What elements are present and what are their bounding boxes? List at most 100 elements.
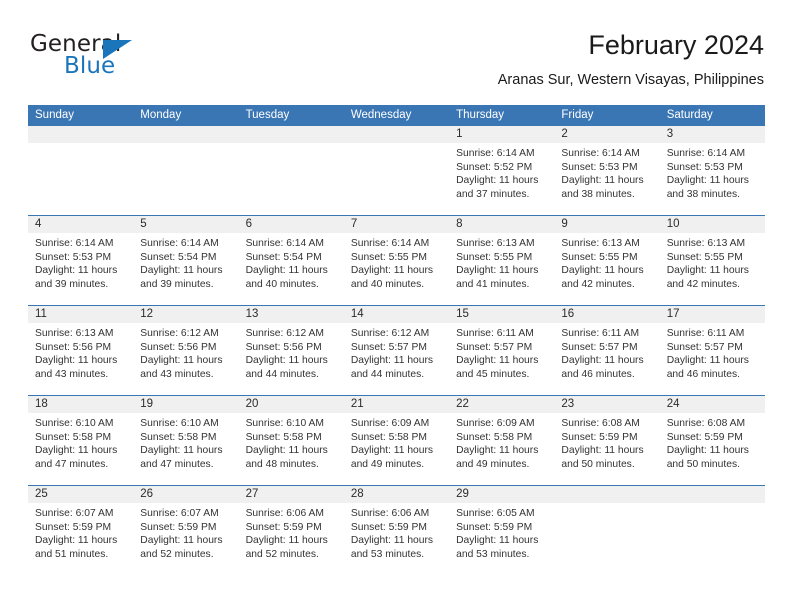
day-details: Sunrise: 6:12 AM Sunset: 5:57 PM Daylight:… xyxy=(344,323,449,381)
daylight-text: and 43 minutes. xyxy=(35,368,109,380)
day-cell-26[interactable]: 26 Sunrise: 6:07 AM Sunset: 5:59 PM Dayligh… xyxy=(133,486,239,576)
sunrise-text: Sunrise: 6:13 AM xyxy=(666,238,746,249)
daylight-text: and 39 minutes. xyxy=(140,278,214,290)
day-cell-25[interactable]: 25 Sunrise: 6:07 AM Sunset: 5:59 PM Dayligh… xyxy=(28,486,134,576)
sunset-text: Sunset: 5:57 PM xyxy=(561,341,638,353)
day-cell-17[interactable]: 17 Sunrise: 6:11 AM Sunset: 5:57 PM Dayligh… xyxy=(659,306,765,395)
sunrise-text: Sunrise: 6:14 AM xyxy=(245,238,324,249)
day-number: 28 xyxy=(350,488,364,500)
day-cell-22[interactable]: 22 Sunrise: 6:09 AM Sunset: 5:58 PM Dayligh… xyxy=(449,396,555,485)
day-cell-19[interactable]: 19 Sunrise: 6:10 AM Sunset: 5:58 PM Dayligh… xyxy=(133,396,239,485)
daylight-text: and 53 minutes. xyxy=(456,548,530,560)
day-cell-23[interactable]: 23 Sunrise: 6:08 AM Sunset: 5:59 PM Dayligh… xyxy=(554,396,660,485)
day-cell-6[interactable]: 6 Sunrise: 6:14 AM Sunset: 5:54 PM Daylight… xyxy=(238,216,344,305)
day-cell-7[interactable]: 7 Sunrise: 6:14 AM Sunset: 5:55 PM Daylight… xyxy=(343,216,450,305)
sunrise-text: Sunrise: 6:07 AM xyxy=(35,508,114,519)
day-details: Sunrise: 6:10 AM Sunset: 5:58 PM Daylight:… xyxy=(239,413,344,471)
day-cell-28[interactable]: 28 Sunrise: 6:06 AM Sunset: 5:59 PM Dayligh… xyxy=(343,486,450,576)
day-number-band: 21 xyxy=(343,396,450,413)
day-details xyxy=(28,143,133,147)
day-number-band: 2 xyxy=(554,126,660,143)
sunrise-text: Sunrise: 6:14 AM xyxy=(350,238,430,249)
day-cell-29[interactable]: 29 Sunrise: 6:05 AM Sunset: 5:59 PM Dayligh… xyxy=(449,486,555,576)
sunset-text: Sunset: 5:58 PM xyxy=(35,431,112,443)
day-cell-16[interactable]: 16 Sunrise: 6:11 AM Sunset: 5:57 PM Dayligh… xyxy=(554,306,660,395)
daylight-text: and 48 minutes. xyxy=(245,458,319,470)
day-cell-3[interactable]: 3 Sunrise: 6:14 AM Sunset: 5:53 PM Daylight… xyxy=(659,126,765,215)
day-details: Sunrise: 6:13 AM Sunset: 5:55 PM Daylight:… xyxy=(554,233,659,291)
calendar-weeks: 1 Sunrise: 6:14 AM Sunset: 5:52 PM Daylight… xyxy=(28,126,765,576)
day-cell-14[interactable]: 14 Sunrise: 6:12 AM Sunset: 5:57 PM Dayligh… xyxy=(343,306,450,395)
day-number: 5 xyxy=(140,218,147,230)
sunrise-text: Sunrise: 6:10 AM xyxy=(140,418,219,429)
sunrise-text: Sunrise: 6:08 AM xyxy=(666,418,746,429)
day-cell-2[interactable]: 2 Sunrise: 6:14 AM Sunset: 5:53 PM Daylight… xyxy=(554,126,660,215)
day-details: Sunrise: 6:10 AM Sunset: 5:58 PM Daylight:… xyxy=(133,413,238,471)
title-block: February 2024 Aranas Sur, Western Visaya… xyxy=(498,28,764,89)
day-number: 20 xyxy=(245,398,259,410)
day-details: Sunrise: 6:14 AM Sunset: 5:55 PM Daylight:… xyxy=(344,233,449,291)
day-details xyxy=(554,503,659,507)
day-cell-10[interactable]: 10 Sunrise: 6:13 AM Sunset: 5:55 PM Dayligh… xyxy=(659,216,765,305)
day-details: Sunrise: 6:14 AM Sunset: 5:54 PM Daylight:… xyxy=(239,233,344,291)
daylight-text: and 49 minutes. xyxy=(456,458,530,470)
day-details: Sunrise: 6:13 AM Sunset: 5:56 PM Daylight:… xyxy=(28,323,133,381)
sunset-text: Sunset: 5:59 PM xyxy=(456,521,533,533)
sunset-text: Sunset: 5:54 PM xyxy=(245,251,322,263)
sunrise-text: Sunrise: 6:13 AM xyxy=(456,238,535,249)
day-number-band: 29 xyxy=(449,486,555,503)
day-details: Sunrise: 6:06 AM Sunset: 5:59 PM Daylight:… xyxy=(239,503,344,561)
sunrise-text: Sunrise: 6:05 AM xyxy=(456,508,535,519)
daylight-text: Daylight: 11 hours xyxy=(350,265,434,277)
day-cell-24[interactable]: 24 Sunrise: 6:08 AM Sunset: 5:59 PM Dayligh… xyxy=(659,396,765,485)
calendar-week-row: 18 Sunrise: 6:10 AM Sunset: 5:58 PM Dayligh… xyxy=(28,396,765,486)
calendar-week-row: 4 Sunrise: 6:14 AM Sunset: 5:53 PM Daylight… xyxy=(28,216,765,306)
day-cell-1[interactable]: 1 Sunrise: 6:14 AM Sunset: 5:52 PM Daylight… xyxy=(449,126,555,215)
day-cell-13[interactable]: 13 Sunrise: 6:12 AM Sunset: 5:56 PM Dayligh… xyxy=(238,306,344,395)
day-number: 15 xyxy=(456,308,469,320)
day-number: 29 xyxy=(456,488,469,500)
day-number-band xyxy=(554,486,660,503)
day-cell-empty xyxy=(659,486,765,576)
day-cell-15[interactable]: 15 Sunrise: 6:11 AM Sunset: 5:57 PM Dayligh… xyxy=(449,306,555,395)
day-cell-11[interactable]: 11 Sunrise: 6:13 AM Sunset: 5:56 PM Dayligh… xyxy=(28,306,134,395)
daylight-text: Daylight: 11 hours xyxy=(561,355,644,367)
logo-text-blue: Blue xyxy=(64,53,116,79)
sunset-text: Sunset: 5:56 PM xyxy=(35,341,112,353)
day-cell-21[interactable]: 21 Sunrise: 6:09 AM Sunset: 5:58 PM Dayligh… xyxy=(343,396,450,485)
day-cell-18[interactable]: 18 Sunrise: 6:10 AM Sunset: 5:58 PM Dayligh… xyxy=(28,396,134,485)
day-number-band: 5 xyxy=(133,216,239,233)
daylight-text: and 46 minutes. xyxy=(666,368,740,380)
daylight-text: and 39 minutes. xyxy=(35,278,109,290)
day-cell-4[interactable]: 4 Sunrise: 6:14 AM Sunset: 5:53 PM Daylight… xyxy=(28,216,134,305)
daylight-text: Daylight: 11 hours xyxy=(245,355,328,367)
page-subtitle: Aranas Sur, Western Visayas, Philippines xyxy=(497,72,764,88)
daylight-text: and 40 minutes. xyxy=(245,278,319,290)
day-cell-5[interactable]: 5 Sunrise: 6:14 AM Sunset: 5:54 PM Daylight… xyxy=(133,216,239,305)
day-cell-12[interactable]: 12 Sunrise: 6:12 AM Sunset: 5:56 PM Dayligh… xyxy=(133,306,239,395)
day-number-band: 10 xyxy=(659,216,765,233)
day-details: Sunrise: 6:11 AM Sunset: 5:57 PM Daylight:… xyxy=(449,323,554,381)
day-cell-20[interactable]: 20 Sunrise: 6:10 AM Sunset: 5:58 PM Dayligh… xyxy=(238,396,344,485)
day-number: 18 xyxy=(35,398,48,410)
sunset-text: Sunset: 5:58 PM xyxy=(140,431,217,443)
day-details: Sunrise: 6:08 AM Sunset: 5:59 PM Daylight:… xyxy=(554,413,659,471)
day-number-band: 13 xyxy=(238,306,344,323)
sunrise-text: Sunrise: 6:14 AM xyxy=(35,238,114,249)
page-title: February 2024 xyxy=(588,30,764,60)
day-number: 27 xyxy=(245,488,259,500)
daylight-text: Daylight: 11 hours xyxy=(35,445,118,457)
day-number: 16 xyxy=(561,308,575,320)
sunrise-text: Sunrise: 6:07 AM xyxy=(140,508,219,519)
daylight-text: and 38 minutes. xyxy=(561,188,635,200)
daylight-text: Daylight: 11 hours xyxy=(666,265,749,277)
daylight-text: Daylight: 11 hours xyxy=(245,265,328,277)
sunset-text: Sunset: 5:52 PM xyxy=(456,161,533,173)
day-cell-9[interactable]: 9 Sunrise: 6:13 AM Sunset: 5:55 PM Daylight… xyxy=(554,216,660,305)
daylight-text: Daylight: 11 hours xyxy=(561,265,644,277)
sunset-text: Sunset: 5:59 PM xyxy=(35,521,112,533)
sunrise-text: Sunrise: 6:09 AM xyxy=(350,418,430,429)
day-cell-8[interactable]: 8 Sunrise: 6:13 AM Sunset: 5:55 PM Daylight… xyxy=(449,216,555,305)
day-cell-27[interactable]: 27 Sunrise: 6:06 AM Sunset: 5:59 PM Dayligh… xyxy=(238,486,344,576)
day-number-band: 28 xyxy=(343,486,450,503)
